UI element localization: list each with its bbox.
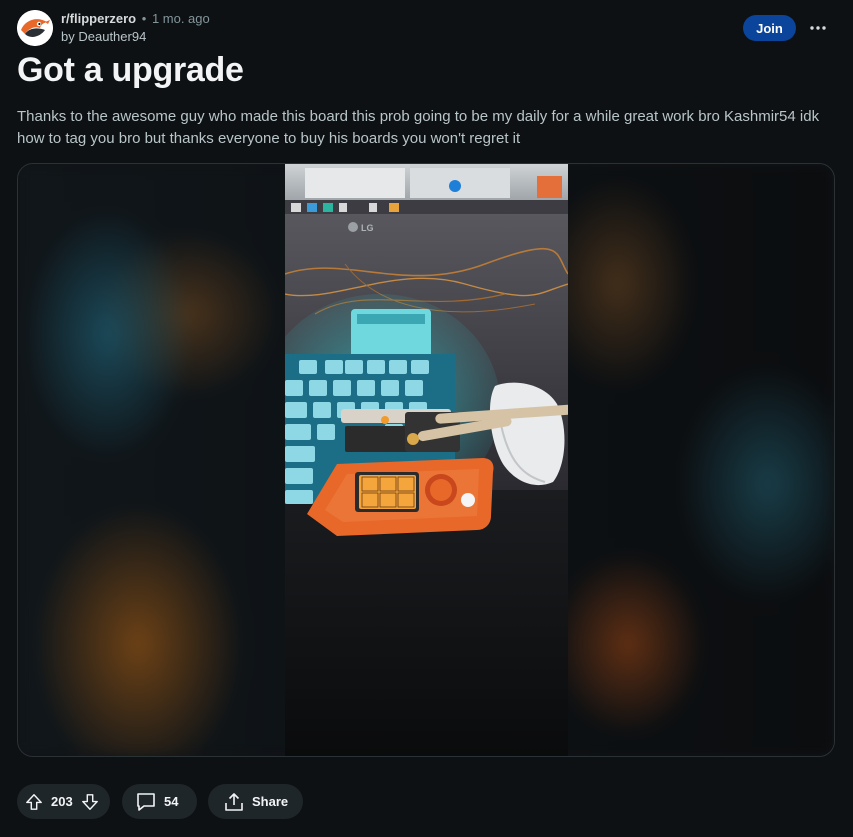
post-media[interactable]: LG bbox=[17, 163, 835, 757]
upvote-arrow-icon bbox=[26, 793, 42, 810]
upvote-button[interactable] bbox=[17, 784, 51, 819]
post-actions: 203 54 Share bbox=[17, 784, 317, 819]
post-age: 1 mo. ago bbox=[151, 11, 210, 26]
author-name[interactable]: Deauther94 bbox=[78, 29, 146, 44]
post-header: r/flipperzero • 1 mo. ago by Deauther94 … bbox=[17, 9, 835, 49]
post-meta: r/flipperzero • 1 mo. ago by Deauther94 bbox=[61, 11, 210, 45]
share-label: Share bbox=[252, 794, 289, 809]
comment-bubble-icon bbox=[137, 792, 155, 811]
downvote-button[interactable] bbox=[73, 784, 107, 819]
by-prefix: by bbox=[61, 29, 75, 44]
meta-separator: • bbox=[141, 11, 147, 26]
post-body: Thanks to the awesome guy who made this … bbox=[17, 108, 820, 147]
more-options-button[interactable] bbox=[805, 15, 831, 41]
comment-icon-wrap bbox=[128, 784, 164, 819]
more-dots-icon bbox=[810, 26, 826, 30]
subreddit-name[interactable]: r/flipperzero bbox=[61, 11, 136, 26]
comments-button[interactable]: 54 bbox=[122, 784, 197, 819]
dolphin-avatar-icon bbox=[17, 10, 53, 46]
subreddit-avatar[interactable] bbox=[17, 10, 53, 46]
vote-control: 203 bbox=[17, 784, 110, 819]
post-title: Got a upgrade bbox=[17, 51, 244, 89]
post-photo[interactable]: LG bbox=[285, 164, 568, 757]
monitor-brand: LG bbox=[361, 223, 374, 233]
share-button[interactable]: Share bbox=[208, 784, 303, 819]
vote-score: 203 bbox=[51, 794, 73, 809]
share-icon bbox=[225, 792, 243, 811]
share-icon-wrap bbox=[216, 784, 252, 819]
comment-count: 54 bbox=[164, 794, 179, 809]
downvote-arrow-icon bbox=[81, 793, 98, 810]
join-button[interactable]: Join bbox=[743, 15, 796, 41]
